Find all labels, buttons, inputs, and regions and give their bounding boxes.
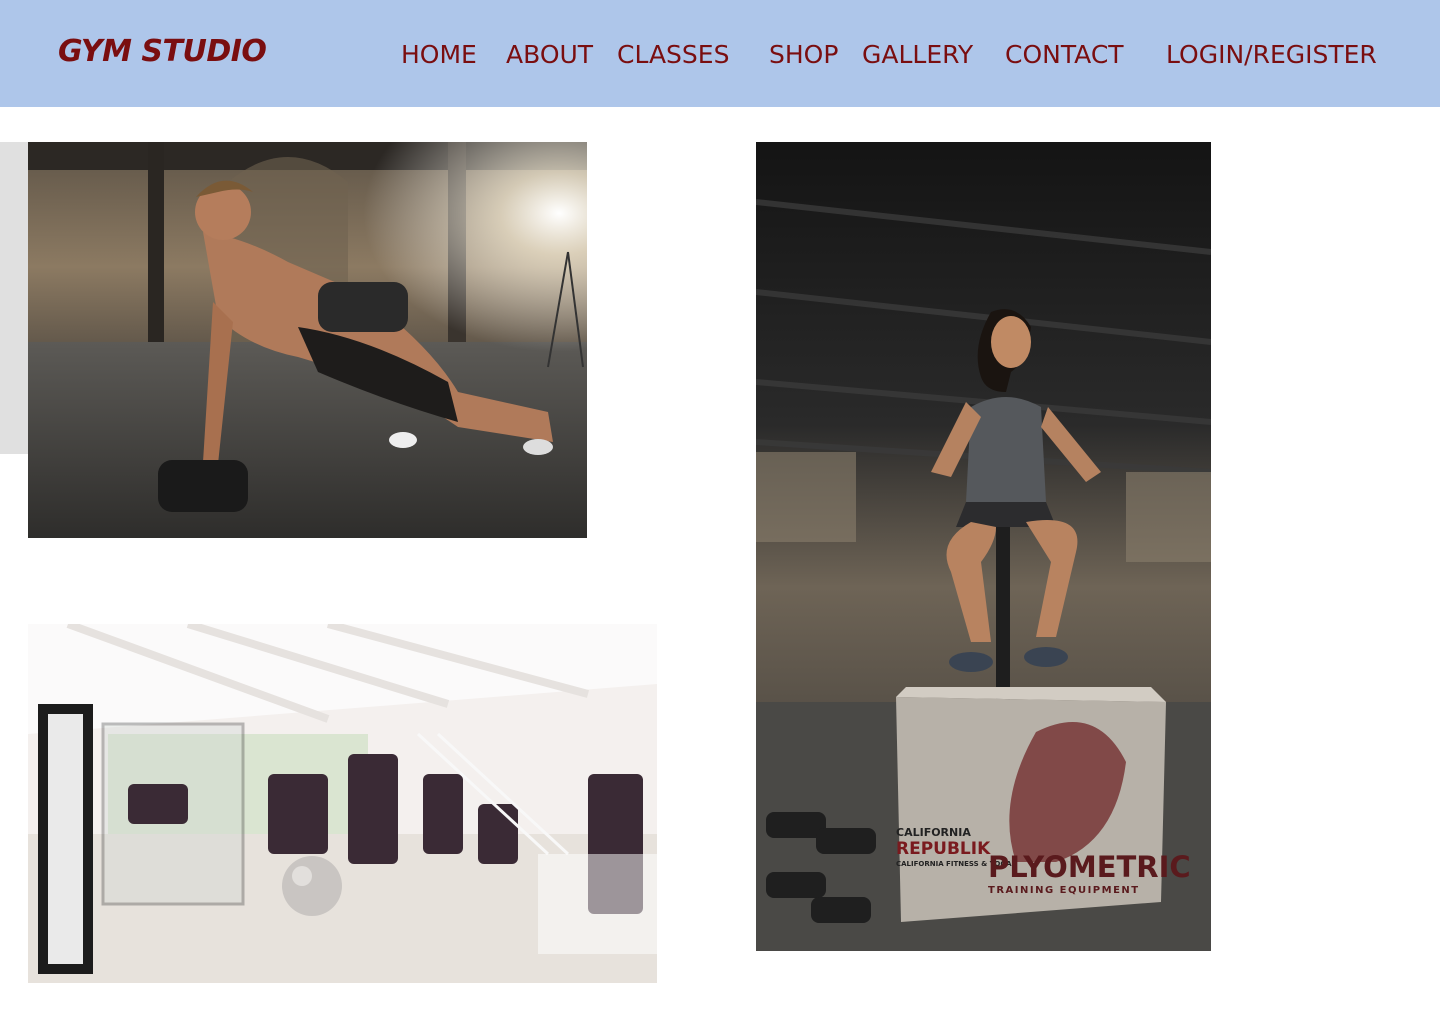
nav-about-link[interactable]: ABOUT (506, 40, 593, 69)
nav-classes-link[interactable]: CLASSES (617, 40, 729, 69)
gallery-photo-dumbbell-plank (28, 142, 587, 538)
main-nav: HOME ABOUT CLASSES SHOP GALLERY CONTACT … (0, 40, 1440, 72)
nav-shop-link[interactable]: SHOP (769, 40, 838, 69)
nav-contact-link[interactable]: CONTACT (1005, 40, 1124, 69)
side-panel-tab (0, 142, 28, 454)
gallery-photo-gym-interior (28, 624, 657, 983)
nav-login-register-link[interactable]: LOGIN/REGISTER (1166, 40, 1377, 69)
site-header: GYM STUDIO HOME ABOUT CLASSES SHOP GALLE… (0, 0, 1440, 107)
box-brand-main-text: REPUBLIK (896, 839, 991, 859)
box-brand-top-text: CALIFORNIA (896, 826, 971, 839)
gallery-photo-box-jump: CALIFORNIA REPUBLIK CALIFORNIA FITNESS &… (756, 142, 1211, 951)
nav-gallery-link[interactable]: GALLERY (862, 40, 973, 69)
nav-home-link[interactable]: HOME (401, 40, 477, 69)
box-title-text: PLYOMETRIC (988, 850, 1191, 884)
box-subtitle-text: TRAINING EQUIPMENT (988, 885, 1140, 896)
